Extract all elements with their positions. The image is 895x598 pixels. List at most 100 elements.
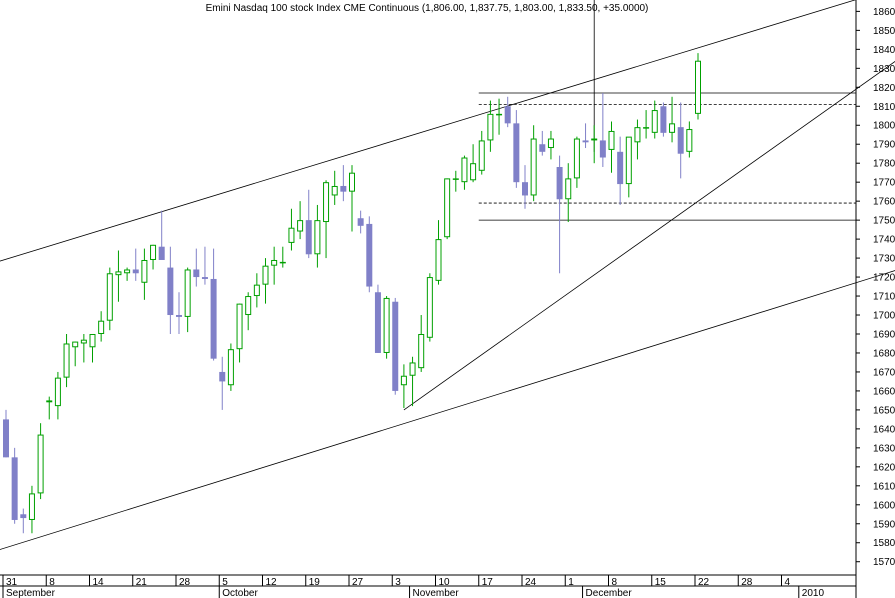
y-tick-label: 1610 xyxy=(873,481,895,492)
candle xyxy=(63,333,70,388)
candle-body-up xyxy=(80,339,87,344)
y-tick-label: 1700 xyxy=(873,311,895,322)
candle xyxy=(37,423,44,500)
x-month-label: November xyxy=(413,588,460,598)
y-tick-label: 1770 xyxy=(873,178,895,189)
candle-body-down xyxy=(11,457,18,520)
candle xyxy=(504,96,511,128)
candle xyxy=(522,165,528,209)
candle-body-up xyxy=(271,259,278,266)
candle-body-down xyxy=(176,315,182,317)
y-tick-label: 1820 xyxy=(873,83,895,94)
candle xyxy=(591,125,598,164)
candle xyxy=(323,180,330,259)
y-tick-label: 1600 xyxy=(873,500,895,511)
y-tick-label: 1780 xyxy=(873,159,895,170)
candle-body-down xyxy=(201,277,208,279)
y-tick-label: 1620 xyxy=(873,462,895,473)
candle-body-up xyxy=(608,130,615,150)
candle-body-up xyxy=(54,377,61,407)
candle xyxy=(357,210,364,234)
candle-body-down xyxy=(340,185,347,192)
candle xyxy=(245,292,252,331)
candle xyxy=(201,246,208,285)
candle-body-down xyxy=(660,106,667,133)
candle xyxy=(219,356,226,410)
y-tick-label: 1670 xyxy=(873,367,895,378)
candle xyxy=(625,136,632,198)
candle-body-down xyxy=(167,267,174,316)
x-day-label: 28 xyxy=(179,577,191,588)
candle-body-up xyxy=(28,493,35,520)
x-day-label: 27 xyxy=(352,577,364,588)
x-day-label: 14 xyxy=(93,577,105,588)
y-tick-label: 1580 xyxy=(873,538,895,549)
x-month-label: October xyxy=(222,588,258,598)
candle-body-up xyxy=(530,138,537,196)
candle xyxy=(184,267,191,333)
candle xyxy=(374,284,381,353)
y-tick-label: 1810 xyxy=(873,102,895,113)
candle xyxy=(349,165,355,232)
candle-body-down xyxy=(158,246,165,260)
x-day-label: 31 xyxy=(6,577,18,588)
candle-body-up xyxy=(496,113,503,116)
candle-body-up xyxy=(349,172,355,192)
candle-body-up xyxy=(288,227,295,243)
candle-body-up xyxy=(409,362,416,376)
candle xyxy=(695,53,701,120)
candle-body-up xyxy=(253,284,260,297)
candlestick-chart: Emini Nasdaq 100 stock Index CME Continu… xyxy=(0,0,895,598)
candle-body-down xyxy=(504,106,511,124)
candle xyxy=(435,220,442,285)
x-month-label: September xyxy=(6,588,56,598)
candle xyxy=(556,155,563,274)
candle xyxy=(651,100,658,139)
candle xyxy=(444,178,451,240)
candle-body-up xyxy=(643,127,650,129)
candle-body-up xyxy=(46,400,53,403)
chart-container: Emini Nasdaq 100 stock Index CME Continu… xyxy=(0,0,895,598)
candle-body-up xyxy=(418,333,425,369)
y-axis: 1570 1580 1590 1600 1610 1620 1630 1640 1650 1660… xyxy=(856,7,895,568)
candle xyxy=(426,273,433,342)
candle xyxy=(660,102,667,137)
y-tick-label: 1690 xyxy=(873,329,895,340)
candle xyxy=(11,447,18,524)
candle xyxy=(314,204,321,268)
candle-body-up xyxy=(72,341,79,348)
candle-body-up xyxy=(106,273,113,321)
candle-body-down xyxy=(210,278,217,359)
x-day-label: 8 xyxy=(612,577,618,588)
trendlines xyxy=(0,0,895,550)
x-day-label: 5 xyxy=(222,577,228,588)
candle-body-up xyxy=(184,269,191,317)
candle xyxy=(141,248,148,300)
candle-body-down xyxy=(617,151,624,185)
candle-body-up xyxy=(634,127,641,143)
candle-body-down xyxy=(374,292,381,353)
x-day-label: 4 xyxy=(785,577,791,588)
candle-body-up xyxy=(547,138,554,149)
candle xyxy=(392,297,399,395)
candle xyxy=(132,248,139,281)
chart-title: Emini Nasdaq 100 stock Index CME Continu… xyxy=(206,3,649,14)
x-day-label: 19 xyxy=(309,577,321,588)
candle xyxy=(227,343,234,391)
candle-body-up xyxy=(331,185,338,196)
x-day-label: 22 xyxy=(698,577,710,588)
x-day-label: 8 xyxy=(49,577,55,588)
candle xyxy=(547,130,554,160)
candle-body-up xyxy=(435,239,442,281)
trendline-2 xyxy=(403,61,895,411)
candle-body-up xyxy=(383,297,390,353)
candle xyxy=(150,244,157,270)
candle xyxy=(418,315,425,372)
candle-body-up xyxy=(470,163,477,181)
x-day-label: 15 xyxy=(655,577,667,588)
candle-body-up xyxy=(669,123,676,133)
candle xyxy=(288,208,295,251)
candle xyxy=(28,485,35,534)
x-month-label: December xyxy=(586,588,633,598)
y-tick-label: 1660 xyxy=(873,386,895,397)
